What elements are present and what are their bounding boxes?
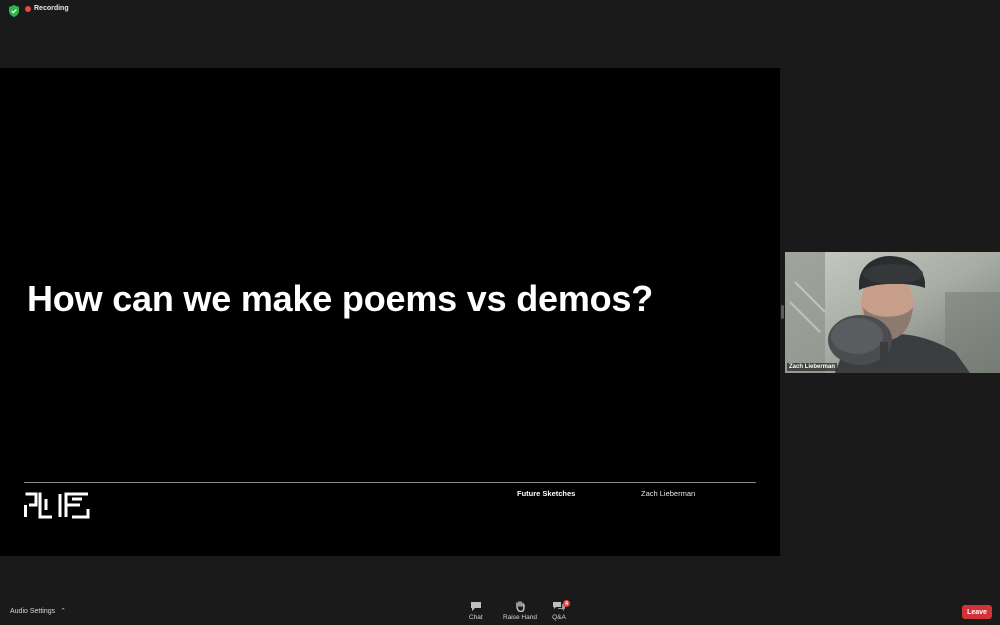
security-shield-icon[interactable] [9,5,19,17]
chat-label: Chat [469,614,483,621]
qa-count-badge: 4 [563,600,570,607]
participant-video-tile[interactable]: Zach Lieberman [785,252,1000,373]
recording-indicator[interactable]: Recording [25,5,69,12]
status-bar: Recording [0,0,1000,22]
qa-label: Q&A [552,614,566,621]
chevron-up-icon[interactable]: ⌃ [60,607,66,615]
chat-button[interactable]: Chat [469,601,483,621]
slide-footer-author: Zach Lieberman [641,489,696,498]
recording-dot-icon [25,5,31,12]
audio-settings-label: Audio Settings [10,607,56,615]
slide-title: How can we make poems vs demos? [27,278,654,319]
meeting-toolbar: Audio Settings ⌃ Chat Raise Hand Q&A 4 L… [0,598,1000,625]
future-sketches-logo-icon [24,492,90,519]
slide-divider [24,482,756,483]
qa-button[interactable]: Q&A 4 [552,600,570,621]
participant-video-feed [785,252,1000,373]
recording-label: Recording [34,5,69,12]
chat-icon [470,602,481,611]
panel-resize-handle[interactable] [781,305,784,319]
raise-hand-icon [516,601,525,612]
leave-button[interactable]: Leave [962,605,992,619]
raise-hand-label: Raise Hand [503,614,537,621]
participant-name-label: Zach Lieberman [787,363,838,371]
raise-hand-button[interactable]: Raise Hand [503,601,537,621]
webinar-window: Recording How can we make poems vs demos… [0,0,1000,625]
slide-footer-title: Future Sketches [517,489,576,498]
audio-settings-button[interactable]: Audio Settings ⌃ [10,607,66,616]
shared-screen: How can we make poems vs demos? Future S… [0,68,780,556]
